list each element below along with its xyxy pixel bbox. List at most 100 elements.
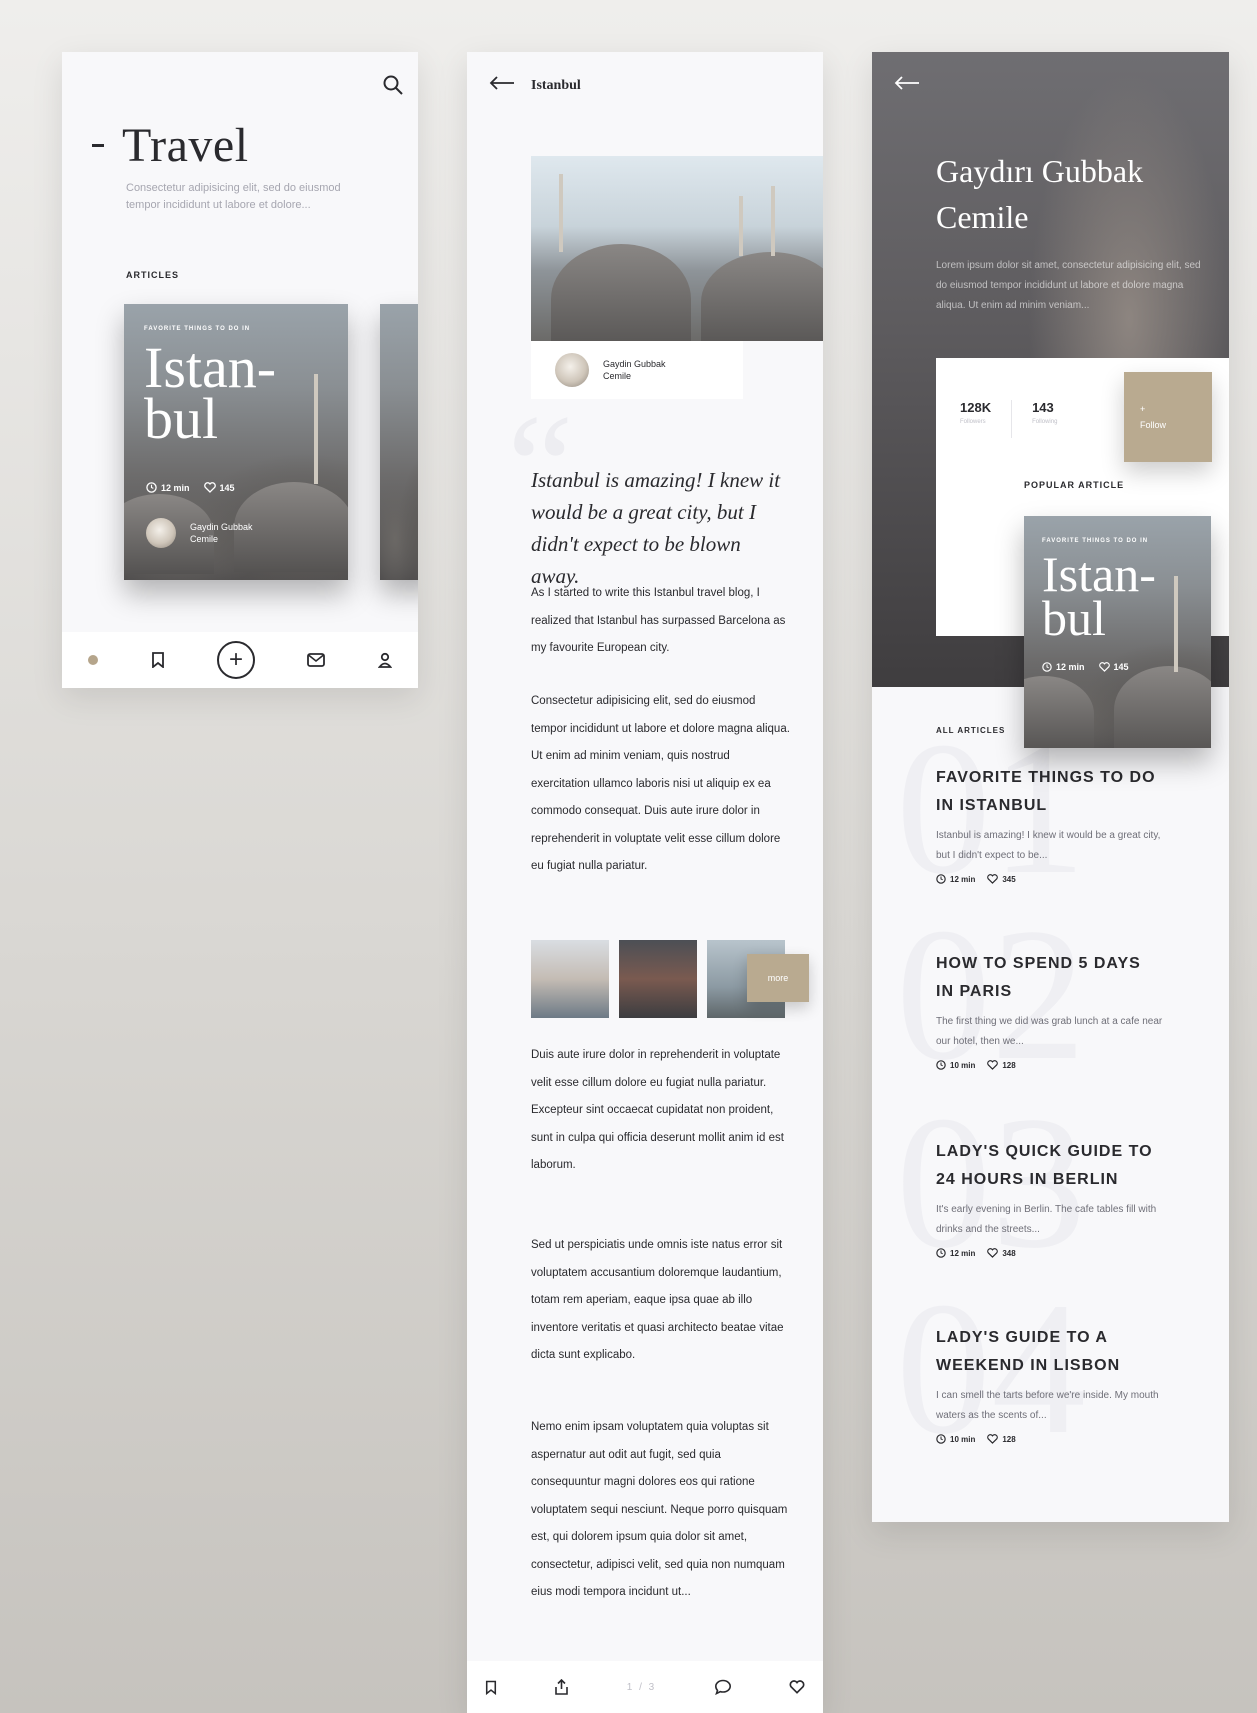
card-likes: 145 (219, 482, 235, 493)
article-meta: 10 min 128 (936, 1434, 1206, 1444)
paragraph-1: As I started to write this Istanbul trav… (531, 587, 786, 654)
card-title: Istan-bul (1042, 546, 1156, 646)
more-photos-button[interactable]: more (747, 954, 809, 1002)
profile-name-line2: Cemile (936, 199, 1029, 235)
article-meta: 10 min 128 (936, 1060, 1206, 1070)
card-author[interactable]: Gaydin Gubbak Cemile (146, 518, 253, 548)
heart-icon (987, 1060, 999, 1070)
heart-icon (203, 482, 216, 493)
author-first-name: Gaydin Gubbak (603, 359, 666, 369)
paragraph-2: Consectetur adipisicing elit, sed do eiu… (531, 695, 790, 872)
article-time: 12 min (950, 1248, 976, 1258)
title-dash (92, 144, 104, 147)
clock-icon (936, 874, 946, 884)
plus-icon[interactable]: + (216, 641, 255, 679)
article-title: LADY'S GUIDE TO A WEEKEND IN LISBON (936, 1329, 1121, 1374)
profile-name: Gaydırı Gubbak Cemile (936, 148, 1143, 240)
article-title: FAVORITE THINGS TO DO IN ISTANBUL (936, 769, 1156, 814)
followers-label: Followers (960, 419, 986, 425)
article-meta: 12 min 348 (936, 1248, 1206, 1258)
heart-icon[interactable] (789, 1680, 805, 1694)
paragraph-5: Nemo enim ipsam voluptatem quia voluptas… (531, 1421, 788, 1598)
heart-icon (987, 1434, 999, 1444)
article-screen: Istanbul Gaydin Gubbak Cemile “ Istanbul … (467, 52, 823, 1713)
comment-icon[interactable] (714, 1679, 732, 1695)
article-time: 10 min (950, 1434, 976, 1444)
home-icon[interactable] (88, 655, 99, 665)
article-card-istanbul[interactable]: FAVORITE THINGS TO DO IN Istan-bul 12 mi… (124, 304, 348, 580)
article-excerpt: I can smell the tarts before we're insid… (936, 1390, 1159, 1421)
dome-shape (1024, 676, 1094, 748)
article-item[interactable]: 01 FAVORITE THINGS TO DO IN ISTANBUL Ist… (896, 714, 1206, 904)
card-title: Istan-bul (144, 335, 277, 452)
page-indicator: 1 / 3 (626, 1681, 657, 1693)
article-excerpt: The first thing we did was grab lunch at… (936, 1016, 1163, 1047)
articles-section-label: ARTICLES (126, 270, 179, 280)
article-time: 10 min (950, 1060, 976, 1070)
search-icon[interactable] (382, 74, 404, 96)
pull-quote: Istanbul is amazing! I knew it would be … (531, 468, 781, 588)
article-excerpt: Istanbul is amazing! I knew it would be … (936, 830, 1161, 861)
avatar (555, 353, 589, 387)
stats-row: 128K Followers 143 Following (960, 400, 1057, 438)
profile-name-line1: Gaydırı Gubbak (936, 153, 1144, 189)
author-last-name: Cemile (190, 534, 219, 544)
follow-label: Follow (1140, 420, 1167, 430)
dome-shape (701, 252, 823, 341)
card-read-time: 12 min (1056, 662, 1085, 672)
minaret-shape (559, 174, 563, 252)
profile-screen: Gaydırı Gubbak Cemile Lorem ipsum dolor … (872, 52, 1229, 1522)
article-item[interactable]: 03 LADY'S QUICK GUIDE TO 24 HOURS IN BER… (896, 1088, 1206, 1278)
stats-divider (1011, 400, 1013, 438)
paragraph-4: Sed ut perspiciatis unde omnis iste natu… (531, 1239, 784, 1361)
travel-screen: Travel Consectetur adipisicing elit, sed… (62, 52, 418, 688)
heart-icon (987, 874, 999, 884)
avatar (146, 518, 176, 548)
bottom-tab-bar: + (62, 632, 418, 688)
back-arrow-icon[interactable] (489, 76, 515, 90)
profile-icon[interactable] (377, 652, 392, 668)
share-icon[interactable] (554, 1679, 569, 1695)
dome-shape (1114, 666, 1211, 748)
article-likes: 348 (1002, 1248, 1016, 1258)
article-item[interactable]: 02 HOW TO SPEND 5 DAYS IN PARIS The firs… (896, 900, 1206, 1090)
next-article-card[interactable] (380, 304, 418, 580)
paragraph-3: Duis aute irure dolor in reprehenderit i… (531, 1049, 784, 1171)
card-read-time: 12 min (161, 482, 190, 493)
follow-button[interactable]: + Follow (1124, 372, 1212, 462)
followers-value: 128K (960, 400, 992, 415)
article-likes: 128 (1002, 1434, 1016, 1444)
clock-icon (936, 1434, 946, 1444)
card-meta: 12 min 145 (1042, 662, 1129, 672)
photo-gallery: more (531, 940, 809, 1018)
mail-icon[interactable] (307, 653, 326, 667)
card-meta: 12 min 145 (146, 482, 235, 493)
card-kicker: FAVORITE THINGS TO DO IN (1042, 538, 1149, 544)
clock-icon (936, 1060, 946, 1070)
author-first-name: Gaydin Gubbak (190, 522, 253, 532)
article-excerpt: It's early evening in Berlin. The cafe t… (936, 1204, 1157, 1235)
gallery-photo[interactable] (619, 940, 697, 1018)
heart-icon (987, 1248, 999, 1258)
bookmark-icon[interactable] (485, 1680, 497, 1695)
bookmark-icon[interactable] (151, 652, 165, 668)
minaret-shape (771, 186, 775, 256)
clock-icon (1042, 662, 1052, 672)
heart-icon (1098, 662, 1110, 672)
popular-article-label: POPULAR ARTICLE (1024, 480, 1125, 490)
followers-stat[interactable]: 128K Followers (960, 400, 991, 438)
card-likes: 145 (1113, 662, 1129, 672)
author-last-name: Cemile (603, 371, 632, 381)
header-title: Istanbul (531, 78, 581, 93)
page-subtitle: Consectetur adipisicing elit, sed do eiu… (126, 182, 341, 211)
article-toolbar: 1 / 3 (467, 1661, 823, 1713)
profile-bio: Lorem ipsum dolor sit amet, consectetur … (936, 260, 1201, 311)
article-title: HOW TO SPEND 5 DAYS IN PARIS (936, 955, 1141, 1000)
article-item[interactable]: 04 LADY'S GUIDE TO A WEEKEND IN LISBON I… (896, 1274, 1206, 1464)
back-arrow-icon[interactable] (894, 76, 920, 90)
popular-article-card[interactable]: FAVORITE THINGS TO DO IN Istan-bul 12 mi… (1024, 516, 1211, 748)
gallery-photo[interactable] (531, 940, 609, 1018)
following-stat[interactable]: 143 Following (1032, 400, 1057, 438)
hero-image (531, 156, 823, 341)
page-title: Travel (122, 119, 249, 172)
